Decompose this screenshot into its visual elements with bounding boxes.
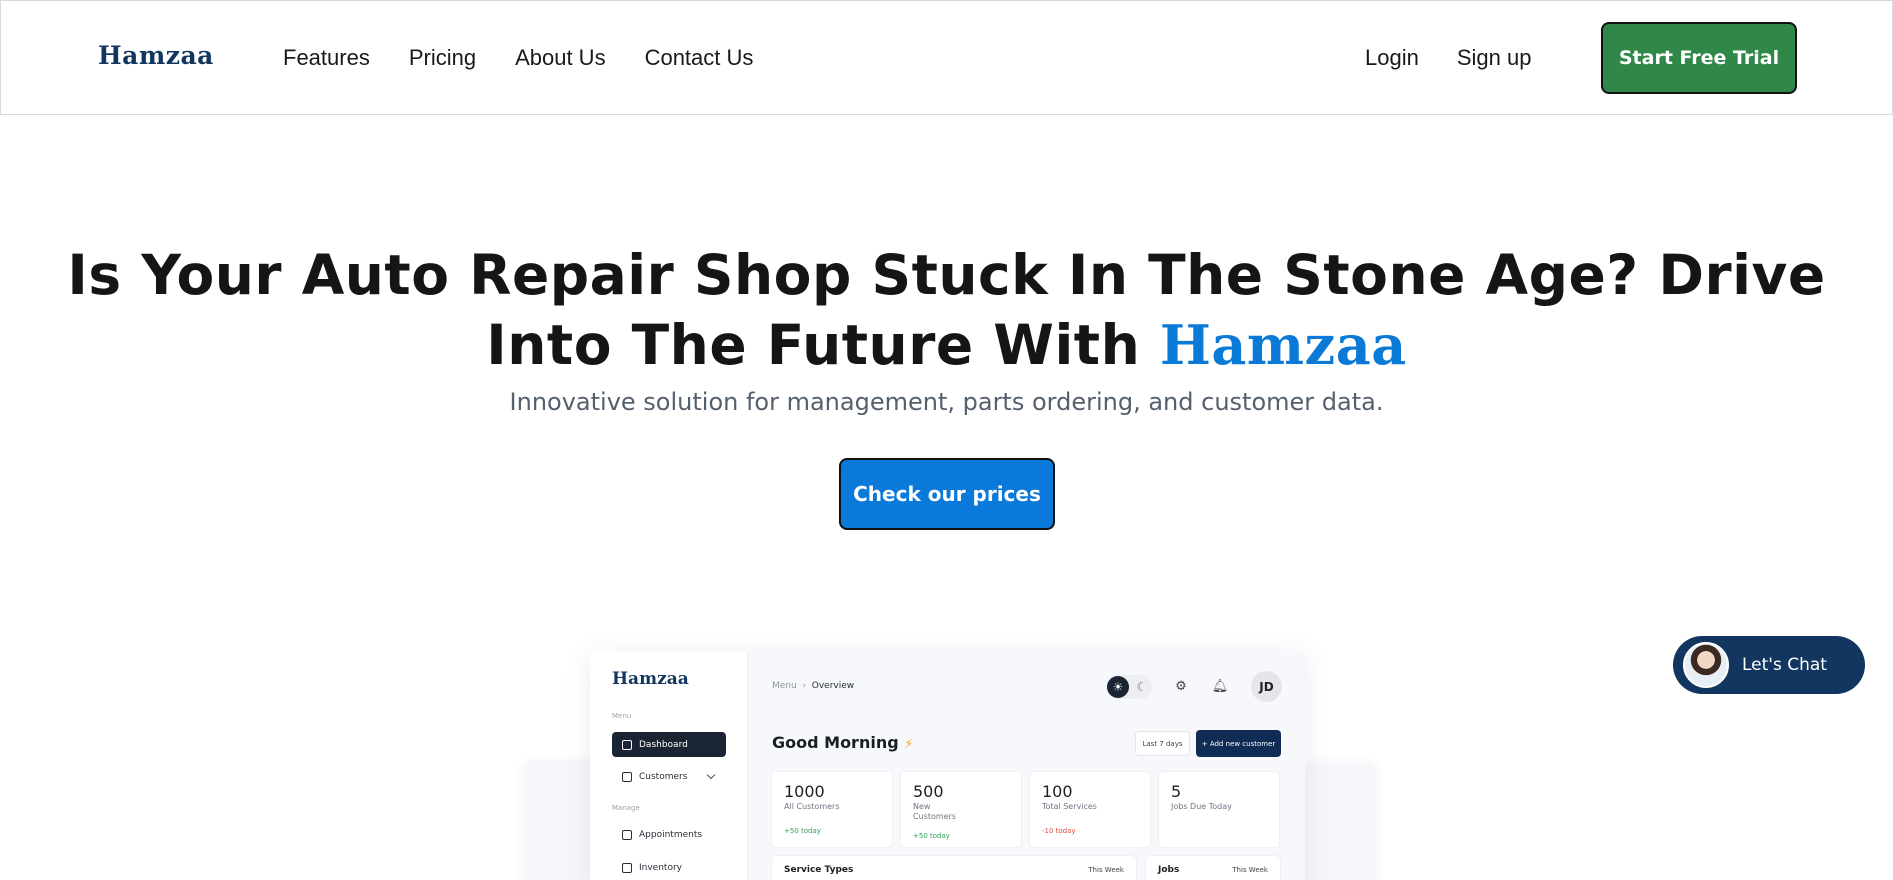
stat-label: All Customers xyxy=(784,802,840,811)
sidebar-menu-label: Menu xyxy=(612,712,632,720)
chat-label: Let's Chat xyxy=(1742,655,1827,675)
box-icon xyxy=(622,862,632,873)
sidebar-item-inventory[interactable]: Inventory xyxy=(612,855,726,880)
sidebar-item-appointments[interactable]: Appointments xyxy=(612,822,726,847)
brand-logo[interactable]: Hamzaa xyxy=(98,41,214,70)
date-range-select[interactable]: Last 7 days xyxy=(1135,731,1190,756)
hero-brand-wordmark: Hamzaa xyxy=(1159,313,1407,377)
stat-card-total-services: 100 Total Services -10 today xyxy=(1029,771,1151,848)
stat-delta: +50 today xyxy=(784,827,821,835)
stat-value: 500 xyxy=(913,782,944,801)
auth-links: Login Sign up xyxy=(1365,45,1569,71)
nav-contact-link[interactable]: Contact Us xyxy=(645,45,754,71)
login-link[interactable]: Login xyxy=(1365,45,1419,71)
nav-features-link[interactable]: Features xyxy=(283,45,370,71)
stat-delta: +50 today xyxy=(913,832,950,840)
stat-label: Total Services xyxy=(1042,802,1097,811)
nav-pricing-link[interactable]: Pricing xyxy=(409,45,476,71)
panel-title: Service Types xyxy=(784,865,854,875)
dashboard-preview: Hamzaa Menu Dashboard Customers Manage A… xyxy=(590,651,1305,880)
stat-card-all-customers: 1000 All Customers +50 today xyxy=(771,771,893,848)
stat-value: 5 xyxy=(1171,782,1182,801)
add-customer-button[interactable]: + Add new customer xyxy=(1196,730,1281,757)
sidebar-item-label: Appointments xyxy=(639,829,703,840)
check-prices-button[interactable]: Check our prices xyxy=(839,458,1055,530)
settings-gear-icon[interactable]: ⚙ xyxy=(1171,677,1191,697)
support-agent-avatar xyxy=(1683,642,1729,688)
sidebar-item-dashboard[interactable]: Dashboard xyxy=(612,732,726,757)
jobs-panel: Jobs This Week xyxy=(1145,855,1281,880)
user-avatar[interactable]: JD xyxy=(1251,671,1282,702)
nav-about-link[interactable]: About Us xyxy=(515,45,606,71)
sidebar-item-label: Dashboard xyxy=(639,739,688,750)
plus-icon: + xyxy=(1201,739,1210,748)
breadcrumb-current: Overview xyxy=(811,681,855,691)
theme-toggle[interactable]: ☀ ☾ xyxy=(1106,675,1152,699)
sidebar-item-label: Inventory xyxy=(639,862,682,873)
background-mockup-right xyxy=(1300,760,1380,880)
stat-label: New Customers xyxy=(913,802,957,821)
notification-bell-icon[interactable]: 🔔︎ xyxy=(1210,677,1230,697)
dashboard-sidebar: Hamzaa Menu Dashboard Customers Manage A… xyxy=(590,651,748,880)
panel-range-select[interactable]: This Week xyxy=(1088,866,1124,874)
lightning-icon: ⚡ xyxy=(904,737,914,752)
greeting-heading: Good Morning ⚡ xyxy=(772,733,913,752)
greeting-text: Good Morning xyxy=(772,733,899,752)
sidebar-item-label: Customers xyxy=(639,771,688,782)
add-customer-label: Add new customer xyxy=(1209,739,1276,748)
stat-card-new-customers: 500 New Customers +50 today xyxy=(900,771,1022,848)
primary-nav: Features Pricing About Us Contact Us xyxy=(283,45,792,71)
start-free-trial-button[interactable]: Start Free Trial xyxy=(1601,22,1797,94)
calendar-icon xyxy=(622,829,632,840)
chevron-down-icon xyxy=(706,770,716,780)
moon-icon: ☾ xyxy=(1136,680,1148,694)
hero-subtitle: Innovative solution for management, part… xyxy=(509,388,1384,416)
panel-title: Jobs xyxy=(1158,865,1180,875)
chat-widget-button[interactable]: Let's Chat xyxy=(1673,636,1865,694)
dashboard-main: Menu › Overview ☀ ☾ ⚙ 🔔︎ JD Good Morning… xyxy=(748,651,1305,880)
sun-icon: ☀ xyxy=(1107,676,1129,698)
hero-title-line1: Is Your Auto Repair Shop Stuck In The St… xyxy=(67,243,1826,307)
stat-label: Jobs Due Today xyxy=(1171,802,1232,811)
signup-link[interactable]: Sign up xyxy=(1457,45,1532,71)
breadcrumb: Menu › Overview xyxy=(772,681,855,691)
top-navbar: Hamzaa Features Pricing About Us Contact… xyxy=(0,0,1893,115)
breadcrumb-root[interactable]: Menu xyxy=(772,681,797,691)
dashboard-logo: Hamzaa xyxy=(612,669,689,689)
service-types-panel: Service Types This Week xyxy=(771,855,1137,880)
hero-title-line2: Into The Future With xyxy=(486,313,1141,377)
panel-range-select[interactable]: This Week xyxy=(1232,866,1268,874)
sidebar-manage-label: Manage xyxy=(612,804,640,812)
stat-value: 100 xyxy=(1042,782,1073,801)
grid-icon xyxy=(622,739,632,750)
hero-title: Is Your Auto Repair Shop Stuck In The St… xyxy=(0,240,1893,380)
stat-card-jobs-due: 5 Jobs Due Today xyxy=(1158,771,1280,848)
stat-value: 1000 xyxy=(784,782,825,801)
stat-delta: -10 today xyxy=(1042,827,1076,835)
users-icon xyxy=(622,771,632,782)
sidebar-item-customers[interactable]: Customers xyxy=(612,764,726,789)
